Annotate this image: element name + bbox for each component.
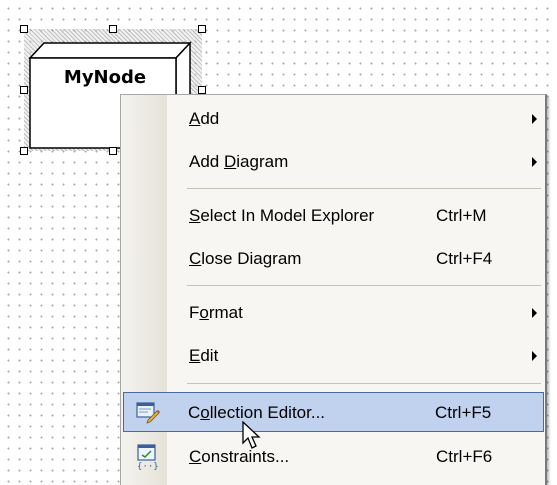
menu-item-label: Select In Model Explorer (189, 206, 375, 225)
menu-separator (187, 383, 541, 384)
menu-item-label: Format (189, 303, 243, 322)
menu-separator (187, 285, 541, 286)
menu-item-select-in-model-explorer[interactable]: Select In Model Explorer Ctrl+M (123, 196, 544, 236)
menu-item-label: Constraints... (189, 447, 290, 466)
mouse-pointer-icon (242, 420, 264, 456)
menu-item-shortcut: Ctrl+F4 (436, 249, 493, 268)
submenu-arrow-icon (532, 114, 537, 124)
resize-handle-bottom-left[interactable] (20, 147, 28, 155)
resize-handle-top-right[interactable] (198, 25, 206, 33)
menu-item-shortcut: Ctrl+F5 (435, 403, 492, 422)
menu-item-shortcut: Ctrl+F6 (436, 447, 493, 466)
menu-item-label: Add Diagram (189, 152, 289, 171)
resize-handle-bottom[interactable] (109, 147, 117, 155)
resize-handle-top-left[interactable] (20, 25, 28, 33)
submenu-arrow-icon (532, 308, 537, 318)
constraints-icon: {··} (135, 444, 159, 475)
menu-separator (187, 188, 541, 189)
submenu-arrow-icon (532, 351, 537, 361)
menu-item-label: Close Diagram (189, 249, 302, 268)
menu-item-add[interactable]: Add (123, 99, 544, 139)
resize-handle-top[interactable] (109, 25, 117, 33)
menu-item-constraints[interactable]: {··} Constraints... Ctrl+F6 (123, 437, 544, 477)
resize-handle-right[interactable] (198, 86, 206, 94)
collection-editor-icon (136, 400, 160, 429)
svg-text:{··}: {··} (137, 462, 159, 470)
context-menu: Add Add Diagram Select In Model Explorer… (120, 94, 547, 485)
resize-handle-left[interactable] (20, 86, 28, 94)
menu-item-label: Edit (189, 346, 219, 365)
submenu-arrow-icon (532, 157, 537, 167)
menu-item-shortcut: Ctrl+M (436, 206, 487, 225)
node-label[interactable]: MyNode (40, 64, 170, 92)
menu-item-label: Add (189, 109, 220, 128)
menu-item-collection-editor[interactable]: Collection Editor... Ctrl+F5 (123, 392, 544, 432)
menu-item-format[interactable]: Format (123, 293, 544, 333)
menu-item-add-diagram[interactable]: Add Diagram (123, 142, 544, 182)
menu-item-close-diagram[interactable]: Close Diagram Ctrl+F4 (123, 239, 544, 279)
menu-item-edit[interactable]: Edit (123, 336, 544, 376)
